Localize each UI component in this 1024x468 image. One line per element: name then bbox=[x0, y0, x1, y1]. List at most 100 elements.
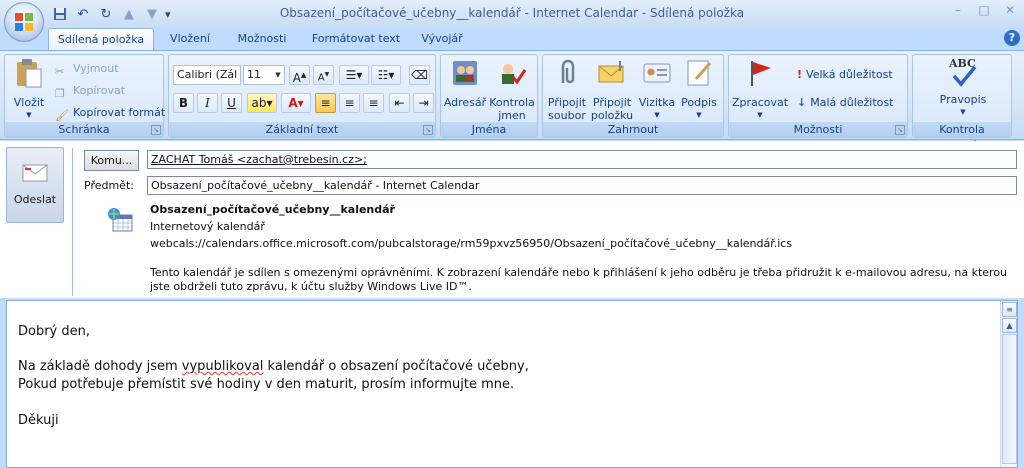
follow-up-dropdown-icon[interactable]: ▼ bbox=[731, 109, 789, 122]
scroll-up-icon[interactable]: ▲ bbox=[1002, 318, 1017, 333]
decrease-indent-button[interactable]: ⇤ bbox=[389, 93, 410, 113]
to-field[interactable]: ZACHAT Tomáš <zachat@trebesin.cz>; bbox=[147, 150, 1017, 169]
send-envelope-icon bbox=[22, 164, 48, 182]
attach-item-button[interactable]: Připojit položku bbox=[589, 57, 635, 122]
business-card-button[interactable]: Vizitka ▼ bbox=[637, 57, 677, 122]
scroll-thumb[interactable] bbox=[1002, 334, 1017, 464]
copy-button[interactable]: ❐ Kopírovat bbox=[55, 81, 125, 101]
body-line-1-start: Na základě dohody jsem bbox=[18, 359, 182, 374]
highlight-button[interactable]: ab▾ bbox=[247, 93, 277, 113]
signature-dropdown-icon[interactable]: ▼ bbox=[677, 109, 721, 122]
font-name-combo[interactable]: Calibri (Zál bbox=[173, 65, 241, 85]
spelling-button[interactable]: ABC Pravopis ▼ bbox=[933, 57, 993, 119]
address-book-button[interactable]: Adresář bbox=[443, 57, 487, 109]
body-line-1: Na základě dohody jsem vypublikoval kale… bbox=[18, 359, 529, 374]
check-names-icon bbox=[502, 64, 527, 85]
bold-button[interactable]: B bbox=[173, 93, 194, 113]
spelling-dropdown-icon[interactable]: ▼ bbox=[933, 106, 993, 119]
ruler-toggle-icon[interactable]: ≡ bbox=[1002, 302, 1017, 317]
spelling-label: Pravopis bbox=[939, 93, 987, 106]
send-button[interactable]: Odeslat bbox=[6, 147, 64, 223]
office-logo-icon bbox=[15, 13, 33, 31]
check-names-label: Kontrola jmen bbox=[489, 96, 535, 122]
font-size-dropdown-icon[interactable]: ▼ bbox=[272, 66, 284, 84]
envelope-attach-icon bbox=[598, 61, 624, 83]
subject-field[interactable]: Obsazení_počítačové_učebny__kalendář - I… bbox=[147, 176, 1017, 195]
paste-label: Vložit bbox=[13, 96, 45, 109]
grow-font-button[interactable]: A▲ bbox=[289, 65, 310, 85]
cut-button[interactable]: ✂ Vyjmout bbox=[55, 59, 119, 79]
misspelled-word[interactable]: vypublikoval bbox=[182, 359, 264, 374]
attach-file-button[interactable]: Připojit soubor bbox=[545, 57, 589, 122]
cut-label: Vyjmout bbox=[73, 62, 119, 75]
follow-up-button[interactable]: Zpracovat ▼ bbox=[731, 57, 789, 122]
group-label-names: Jména bbox=[441, 122, 537, 137]
check-names-button[interactable]: Kontrola jmen bbox=[487, 57, 537, 122]
align-left-button[interactable]: ≡ bbox=[315, 93, 336, 113]
font-name-value: Calibri (Zál bbox=[177, 68, 238, 81]
paste-button[interactable]: Vložit ▼ bbox=[9, 57, 49, 122]
paste-dropdown-icon[interactable]: ▼ bbox=[9, 109, 49, 122]
group-label-include: Zahrnout bbox=[543, 122, 723, 137]
flag-icon bbox=[751, 61, 771, 86]
increase-indent-button[interactable]: ⇥ bbox=[413, 93, 434, 113]
vertical-scrollbar[interactable]: ≡ ▲ bbox=[1000, 301, 1017, 467]
to-button[interactable]: Komu... bbox=[84, 150, 139, 171]
message-body[interactable]: Dobrý den, Na základě dohody jsem vypubl… bbox=[6, 300, 1018, 468]
attach-item-label: Připojit položku bbox=[590, 96, 634, 122]
help-icon[interactable]: ? bbox=[1004, 30, 1020, 46]
tab-shared-item[interactable]: Sdílená položka bbox=[48, 28, 154, 50]
low-importance-button[interactable]: ↓ Malá důležitost bbox=[797, 93, 893, 113]
shrink-font-button[interactable]: A▼ bbox=[313, 65, 334, 85]
clipboard-launcher-icon[interactable]: ↘ bbox=[151, 125, 161, 135]
align-center-button[interactable]: ≡ bbox=[339, 93, 360, 113]
spelling-icon: ABC bbox=[947, 57, 979, 89]
options-launcher-icon[interactable]: ↘ bbox=[895, 125, 905, 135]
format-painter-icon: 🖌 bbox=[55, 109, 69, 122]
tab-format-text[interactable]: Formátovat text bbox=[306, 28, 406, 50]
attachment-name: Obsazení_počítačové_učebny__kalendář bbox=[150, 203, 395, 216]
align-right-button[interactable]: ≡ bbox=[363, 93, 384, 113]
copy-icon: ❐ bbox=[55, 87, 65, 100]
minimize-icon[interactable]: – bbox=[950, 3, 966, 19]
signature-icon bbox=[687, 60, 712, 86]
signature-button[interactable]: Podpis ▼ bbox=[677, 57, 721, 122]
copy-label: Kopírovat bbox=[73, 84, 126, 97]
close-icon[interactable]: ✕ bbox=[1002, 3, 1018, 19]
tab-insert[interactable]: Vložení bbox=[160, 28, 220, 50]
format-painter-button[interactable]: 🖌 Kopírovat formát bbox=[55, 103, 165, 123]
high-importance-button[interactable]: ! Velká důležitost bbox=[797, 65, 893, 85]
business-card-label: Vizitka bbox=[638, 96, 676, 109]
basic-text-launcher-icon[interactable]: ↘ bbox=[423, 125, 433, 135]
calendar-icon[interactable] bbox=[106, 207, 134, 233]
office-button[interactable] bbox=[4, 2, 44, 42]
business-card-dropdown-icon[interactable]: ▼ bbox=[637, 109, 677, 122]
paste-icon bbox=[17, 59, 42, 88]
group-basic-text: Calibri (Zál 11 ▼ A▲ A▼ ☰▾ ☷▾ ⌫ B I U ab… bbox=[168, 54, 436, 138]
tab-options[interactable]: Možnosti bbox=[228, 28, 296, 50]
ribbon: Vložit ▼ ✂ Vyjmout ❐ Kopírovat 🖌 Kopírov… bbox=[0, 50, 1024, 151]
tab-developer[interactable]: Vývojář bbox=[414, 28, 470, 50]
maximize-icon[interactable]: □ bbox=[976, 3, 992, 19]
attachment-note: Tento kalendář je sdílen s omezenými opr… bbox=[150, 266, 1008, 293]
address-book-label: Adresář bbox=[443, 96, 487, 109]
ribbon-tabs: Sdílená položka Vložení Možnosti Formáto… bbox=[0, 28, 1024, 50]
attachment-url[interactable]: webcals://calendars.office.microsoft.com… bbox=[150, 237, 792, 250]
format-painter-label: Kopírovat formát bbox=[73, 106, 166, 119]
group-label-proofing: Kontrola pravopisu bbox=[913, 122, 1011, 151]
group-include: Připojit soubor Připojit položku Vizitka… bbox=[542, 54, 724, 138]
clear-formatting-button[interactable]: ⌫ bbox=[409, 65, 430, 85]
follow-up-label: Zpracovat bbox=[731, 96, 789, 109]
font-size-combo[interactable]: 11 ▼ bbox=[243, 65, 285, 85]
attach-file-label: Připojit soubor bbox=[547, 96, 587, 122]
underline-button[interactable]: U bbox=[221, 93, 242, 113]
group-clipboard: Vložit ▼ ✂ Vyjmout ❐ Kopírovat 🖌 Kopírov… bbox=[4, 54, 165, 138]
body-line-1-end: kalendář o obsazení počítačové učebny, bbox=[263, 359, 529, 374]
font-color-button[interactable]: A▾ bbox=[281, 93, 311, 113]
numbering-button[interactable]: ☷▾ bbox=[371, 65, 401, 85]
italic-button[interactable]: I bbox=[197, 93, 218, 113]
down-arrow-icon: ↓ bbox=[797, 96, 807, 109]
group-label-clipboard: Schránka bbox=[5, 122, 163, 137]
high-importance-label: Velká důležitost bbox=[806, 68, 893, 81]
bullets-button[interactable]: ☰▾ bbox=[339, 65, 369, 85]
